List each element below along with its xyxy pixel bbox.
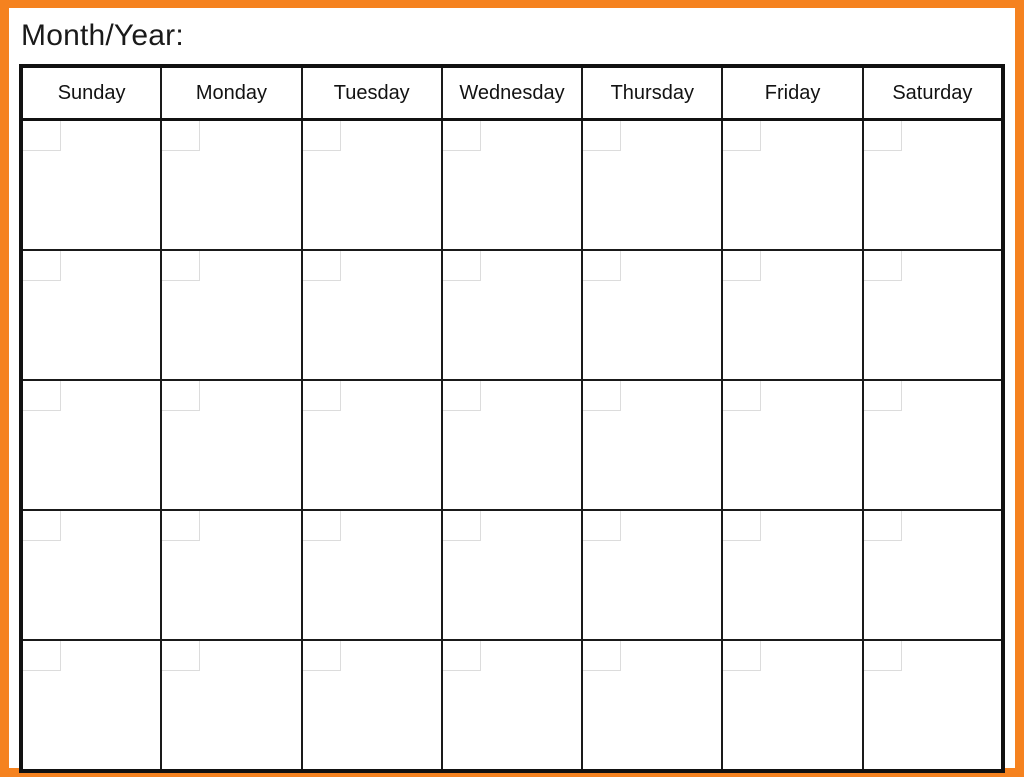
calendar-day-cell[interactable]	[862, 119, 1003, 251]
day-number-box[interactable]	[302, 121, 341, 151]
calendar-week-row	[21, 380, 1003, 511]
calendar-day-cell[interactable]	[441, 640, 584, 771]
weekday-header-tuesday: Tuesday	[301, 66, 443, 121]
monthly-calendar-table: Sunday Monday Tuesday Wednesday Thursday Frid…	[19, 64, 1005, 773]
day-number-box[interactable]	[723, 121, 762, 151]
calendar-day-cell[interactable]	[21, 380, 163, 511]
calendar-day-cell[interactable]	[582, 510, 724, 641]
calendar-day-cell[interactable]	[161, 380, 303, 511]
day-number-box[interactable]	[442, 641, 481, 671]
day-number-box[interactable]	[723, 511, 762, 541]
calendar-day-cell[interactable]	[582, 250, 724, 381]
calendar-day-cell[interactable]	[582, 380, 724, 511]
calendar-day-cell[interactable]	[862, 640, 1003, 771]
day-number-box[interactable]	[162, 121, 201, 151]
calendar-day-cell[interactable]	[441, 380, 584, 511]
calendar-body	[21, 119, 1003, 771]
day-number-box[interactable]	[302, 251, 341, 281]
day-number-box[interactable]	[162, 641, 201, 671]
weekday-header-wednesday: Wednesday	[441, 66, 584, 121]
calendar-day-cell[interactable]	[862, 250, 1003, 381]
day-number-box[interactable]	[863, 121, 902, 151]
calendar-week-row	[21, 510, 1003, 641]
calendar-day-cell[interactable]	[441, 250, 584, 381]
day-number-box[interactable]	[23, 511, 61, 541]
day-number-box[interactable]	[442, 251, 481, 281]
day-number-box[interactable]	[442, 121, 481, 151]
calendar-day-cell[interactable]	[722, 119, 864, 251]
weekday-header-sunday: Sunday	[21, 66, 163, 121]
calendar-week-row	[21, 640, 1003, 771]
calendar-day-cell[interactable]	[582, 119, 724, 251]
calendar-container: Sunday Monday Tuesday Wednesday Thursday Frid…	[19, 64, 1005, 773]
calendar-day-cell[interactable]	[161, 510, 303, 641]
day-number-box[interactable]	[583, 121, 622, 151]
calendar-day-cell[interactable]	[722, 640, 864, 771]
calendar-day-cell[interactable]	[582, 640, 724, 771]
day-number-box[interactable]	[442, 381, 481, 411]
page-title: Month/Year:	[21, 19, 184, 52]
day-number-box[interactable]	[23, 641, 61, 671]
calendar-day-cell[interactable]	[161, 119, 303, 251]
calendar-day-cell[interactable]	[21, 119, 163, 251]
weekday-header-saturday: Saturday	[862, 66, 1003, 121]
calendar-day-cell[interactable]	[301, 380, 443, 511]
calendar-day-cell[interactable]	[722, 380, 864, 511]
calendar-day-cell[interactable]	[301, 250, 443, 381]
day-number-box[interactable]	[302, 381, 341, 411]
day-number-box[interactable]	[302, 641, 341, 671]
day-number-box[interactable]	[23, 251, 61, 281]
day-number-box[interactable]	[23, 121, 61, 151]
calendar-day-cell[interactable]	[441, 510, 584, 641]
calendar-day-cell[interactable]	[21, 640, 163, 771]
calendar-day-cell[interactable]	[161, 640, 303, 771]
day-number-box[interactable]	[863, 251, 902, 281]
calendar-day-cell[interactable]	[722, 250, 864, 381]
calendar-day-cell[interactable]	[21, 510, 163, 641]
day-number-box[interactable]	[583, 641, 622, 671]
title-row: Month/Year:	[9, 8, 1015, 64]
calendar-day-cell[interactable]	[301, 640, 443, 771]
day-number-box[interactable]	[863, 641, 902, 671]
day-number-box[interactable]	[442, 511, 481, 541]
calendar-day-cell[interactable]	[301, 510, 443, 641]
calendar-day-cell[interactable]	[301, 119, 443, 251]
day-number-box[interactable]	[583, 511, 622, 541]
page-orange-frame: Month/Year: Sunday Monday Tuesday Wednesday…	[0, 0, 1024, 777]
calendar-header-row: Sunday Monday Tuesday Wednesday Thursday Frid…	[21, 66, 1003, 121]
day-number-box[interactable]	[583, 381, 622, 411]
calendar-day-cell[interactable]	[862, 380, 1003, 511]
footer-watermark	[765, 757, 1005, 767]
day-number-box[interactable]	[23, 381, 61, 411]
calendar-day-cell[interactable]	[161, 250, 303, 381]
day-number-box[interactable]	[723, 381, 762, 411]
weekday-header-monday: Monday	[161, 66, 303, 121]
day-number-box[interactable]	[583, 251, 622, 281]
day-number-box[interactable]	[302, 511, 341, 541]
day-number-box[interactable]	[162, 251, 201, 281]
calendar-day-cell[interactable]	[722, 510, 864, 641]
weekday-header-thursday: Thursday	[582, 66, 724, 121]
calendar-day-cell[interactable]	[862, 510, 1003, 641]
calendar-day-cell[interactable]	[21, 250, 163, 381]
day-number-box[interactable]	[863, 511, 902, 541]
calendar-day-cell[interactable]	[441, 119, 584, 251]
weekday-header-friday: Friday	[722, 66, 864, 121]
day-number-box[interactable]	[863, 381, 902, 411]
day-number-box[interactable]	[162, 381, 201, 411]
day-number-box[interactable]	[162, 511, 201, 541]
calendar-week-row	[21, 250, 1003, 381]
calendar-sheet: Month/Year: Sunday Monday Tuesday Wednesday…	[9, 8, 1015, 773]
day-number-box[interactable]	[723, 251, 762, 281]
day-number-box[interactable]	[723, 641, 762, 671]
calendar-week-row	[21, 119, 1003, 251]
